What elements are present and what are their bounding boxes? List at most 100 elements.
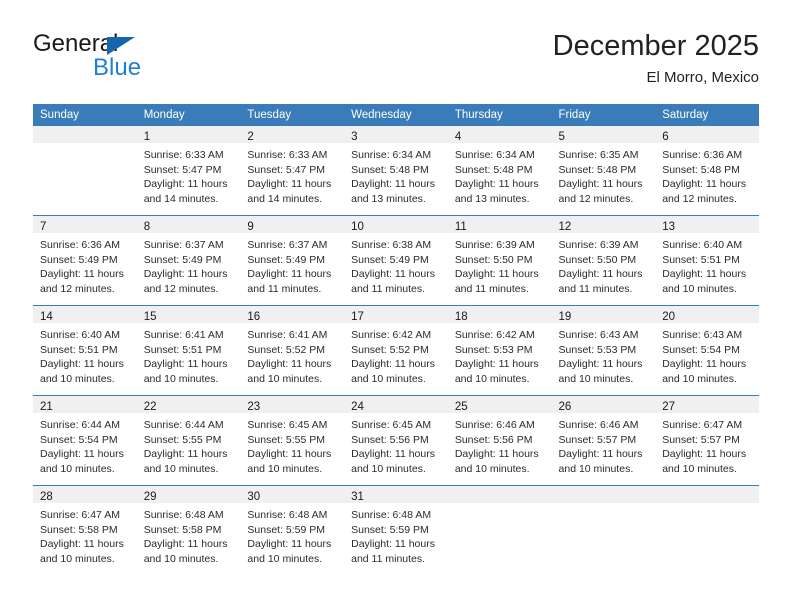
day-cell[interactable]: 26 Sunrise: 6:46 AM Sunset: 5:57 PM Dayligh…	[551, 395, 656, 486]
day-cell[interactable]: 31 Sunrise: 6:48 AM Sunset: 5:59 PM Dayligh…	[344, 485, 448, 575]
daylight-text-line1: Daylight: 11 hours	[454, 448, 539, 461]
sunrise-text: Sunrise: 6:41 AM	[247, 329, 328, 341]
daylight-text-line1: Daylight: 11 hours	[247, 358, 332, 371]
day-number: 18	[454, 311, 468, 323]
day-number: 1	[143, 131, 151, 143]
day-number-band	[655, 486, 759, 503]
sunrise-text: Sunrise: 6:42 AM	[351, 329, 432, 341]
daylight-text-line2: and 12 minutes.	[662, 192, 737, 205]
calendar-body: 1 Sunrise: 6:33 AM Sunset: 5:47 PM Daylight…	[33, 126, 759, 575]
day-cell[interactable]: 7 Sunrise: 6:36 AM Sunset: 5:49 PM Daylight…	[33, 215, 137, 306]
daylight-text-line2: and 10 minutes.	[558, 372, 634, 385]
day-cell[interactable]: 25 Sunrise: 6:46 AM Sunset: 5:56 PM Dayligh…	[447, 395, 552, 486]
day-number: 17	[351, 311, 364, 323]
day-number: 28	[40, 491, 53, 503]
day-details	[655, 503, 759, 508]
daylight-text-line1: Daylight: 11 hours	[143, 178, 228, 191]
day-details: Sunrise: 6:37 AM Sunset: 5:49 PM Daylight:…	[240, 233, 344, 296]
sunset-text: Sunset: 5:50 PM	[558, 253, 637, 266]
day-number-band: 5	[551, 126, 656, 143]
daylight-text-line2: and 11 minutes.	[454, 282, 529, 295]
page-subtitle: El Morro, Mexico	[646, 69, 759, 87]
daylight-text-line1: Daylight: 11 hours	[247, 268, 332, 281]
day-cell[interactable]: 17 Sunrise: 6:42 AM Sunset: 5:52 PM Dayligh…	[344, 305, 448, 396]
day-details: Sunrise: 6:35 AM Sunset: 5:48 PM Daylight:…	[552, 143, 656, 206]
sunrise-text: Sunrise: 6:36 AM	[40, 239, 120, 251]
day-cell[interactable]: 30 Sunrise: 6:48 AM Sunset: 5:59 PM Dayligh…	[240, 485, 345, 575]
daylight-text-line1: Daylight: 11 hours	[247, 538, 332, 551]
day-cell[interactable]: 29 Sunrise: 6:48 AM Sunset: 5:58 PM Dayligh…	[136, 485, 241, 575]
day-number: 12	[558, 221, 572, 233]
day-cell[interactable]: 3 Sunrise: 6:34 AM Sunset: 5:48 PM Daylight…	[344, 126, 448, 216]
day-number: 8	[143, 221, 151, 233]
daylight-text-line2: and 12 minutes.	[143, 282, 219, 295]
daylight-text-line1: Daylight: 11 hours	[558, 358, 643, 371]
day-number-band: 14	[33, 306, 137, 323]
sunset-text: Sunset: 5:47 PM	[247, 163, 326, 176]
day-number: 7	[40, 221, 47, 233]
day-number: 19	[558, 311, 572, 323]
brand-logo[interactable]: General Blue	[33, 32, 263, 88]
day-cell[interactable]: 1 Sunrise: 6:33 AM Sunset: 5:47 PM Daylight…	[136, 126, 241, 216]
daylight-text-line2: and 10 minutes.	[662, 462, 737, 475]
day-number: 10	[351, 221, 364, 233]
day-number: 2	[247, 131, 254, 143]
day-cell[interactable]: 23 Sunrise: 6:45 AM Sunset: 5:55 PM Dayligh…	[240, 395, 345, 486]
day-number-band: 7	[33, 216, 137, 233]
day-cell-empty	[551, 485, 656, 575]
day-cell[interactable]: 28 Sunrise: 6:47 AM Sunset: 5:58 PM Dayligh…	[33, 485, 137, 575]
day-number-band: 18	[447, 306, 552, 323]
day-cell[interactable]: 4 Sunrise: 6:34 AM Sunset: 5:48 PM Daylight…	[447, 126, 552, 216]
day-cell[interactable]: 24 Sunrise: 6:45 AM Sunset: 5:56 PM Dayligh…	[344, 395, 448, 486]
calendar-week-row: 21 Sunrise: 6:44 AM Sunset: 5:54 PM Dayligh…	[33, 395, 759, 486]
sunset-text: Sunset: 5:48 PM	[662, 163, 740, 176]
daylight-text-line2: and 10 minutes.	[351, 372, 426, 385]
daylight-text-line2: and 14 minutes.	[247, 192, 323, 205]
sunset-text: Sunset: 5:49 PM	[247, 253, 326, 266]
day-cell[interactable]: 8 Sunrise: 6:37 AM Sunset: 5:49 PM Daylight…	[136, 215, 241, 306]
day-cell[interactable]: 10 Sunrise: 6:38 AM Sunset: 5:49 PM Dayligh…	[344, 215, 448, 306]
daylight-text-line2: and 10 minutes.	[247, 372, 323, 385]
day-cell[interactable]: 13 Sunrise: 6:40 AM Sunset: 5:51 PM Dayligh…	[655, 215, 759, 306]
sunset-text: Sunset: 5:55 PM	[247, 433, 326, 446]
day-cell[interactable]: 11 Sunrise: 6:39 AM Sunset: 5:50 PM Dayligh…	[447, 215, 552, 306]
daylight-text-line1: Daylight: 11 hours	[351, 268, 435, 281]
day-number-band: 15	[136, 306, 241, 323]
sunrise-text: Sunrise: 6:37 AM	[247, 239, 328, 251]
day-cell[interactable]: 14 Sunrise: 6:40 AM Sunset: 5:51 PM Dayligh…	[33, 305, 137, 396]
day-number-band: 6	[655, 126, 759, 143]
day-cell[interactable]: 19 Sunrise: 6:43 AM Sunset: 5:53 PM Dayligh…	[551, 305, 656, 396]
day-details: Sunrise: 6:41 AM Sunset: 5:52 PM Daylight:…	[240, 323, 344, 386]
day-cell[interactable]: 27 Sunrise: 6:47 AM Sunset: 5:57 PM Dayligh…	[655, 395, 759, 486]
day-cell[interactable]: 2 Sunrise: 6:33 AM Sunset: 5:47 PM Daylight…	[240, 126, 345, 216]
day-number: 15	[143, 311, 157, 323]
day-number: 29	[143, 491, 157, 503]
sunrise-text: Sunrise: 6:34 AM	[454, 149, 535, 161]
daylight-text-line1: Daylight: 11 hours	[662, 358, 747, 371]
day-cell[interactable]: 6 Sunrise: 6:36 AM Sunset: 5:48 PM Daylight…	[655, 126, 759, 216]
daylight-text-line1: Daylight: 11 hours	[247, 178, 332, 191]
day-cell[interactable]: 16 Sunrise: 6:41 AM Sunset: 5:52 PM Dayligh…	[240, 305, 345, 396]
calendar-week-row: 7 Sunrise: 6:36 AM Sunset: 5:49 PM Daylight…	[33, 215, 759, 306]
sunrise-text: Sunrise: 6:37 AM	[143, 239, 224, 251]
day-number-band: 25	[447, 396, 552, 413]
day-cell[interactable]: 5 Sunrise: 6:35 AM Sunset: 5:48 PM Daylight…	[551, 126, 656, 216]
day-number: 13	[662, 221, 676, 233]
daylight-text-line2: and 10 minutes.	[40, 372, 115, 385]
day-cell[interactable]: 21 Sunrise: 6:44 AM Sunset: 5:54 PM Dayligh…	[33, 395, 137, 486]
day-cell[interactable]: 20 Sunrise: 6:43 AM Sunset: 5:54 PM Dayligh…	[655, 305, 759, 396]
sunrise-text: Sunrise: 6:38 AM	[351, 239, 432, 251]
daylight-text-line1: Daylight: 11 hours	[662, 448, 747, 461]
day-cell[interactable]: 18 Sunrise: 6:42 AM Sunset: 5:53 PM Dayligh…	[447, 305, 552, 396]
day-number-band: 20	[655, 306, 759, 323]
day-cell[interactable]: 15 Sunrise: 6:41 AM Sunset: 5:51 PM Dayligh…	[136, 305, 241, 396]
day-cell[interactable]: 22 Sunrise: 6:44 AM Sunset: 5:55 PM Dayligh…	[136, 395, 241, 486]
day-details: Sunrise: 6:44 AM Sunset: 5:55 PM Daylight:…	[137, 413, 241, 476]
day-number: 3	[351, 131, 358, 143]
day-cell[interactable]: 12 Sunrise: 6:39 AM Sunset: 5:50 PM Dayligh…	[551, 215, 656, 306]
sunset-text: Sunset: 5:58 PM	[40, 523, 118, 536]
sunset-text: Sunset: 5:49 PM	[143, 253, 222, 266]
sunrise-text: Sunrise: 6:33 AM	[247, 149, 328, 161]
day-cell[interactable]: 9 Sunrise: 6:37 AM Sunset: 5:49 PM Daylight…	[240, 215, 345, 306]
sunset-text: Sunset: 5:48 PM	[351, 163, 429, 176]
